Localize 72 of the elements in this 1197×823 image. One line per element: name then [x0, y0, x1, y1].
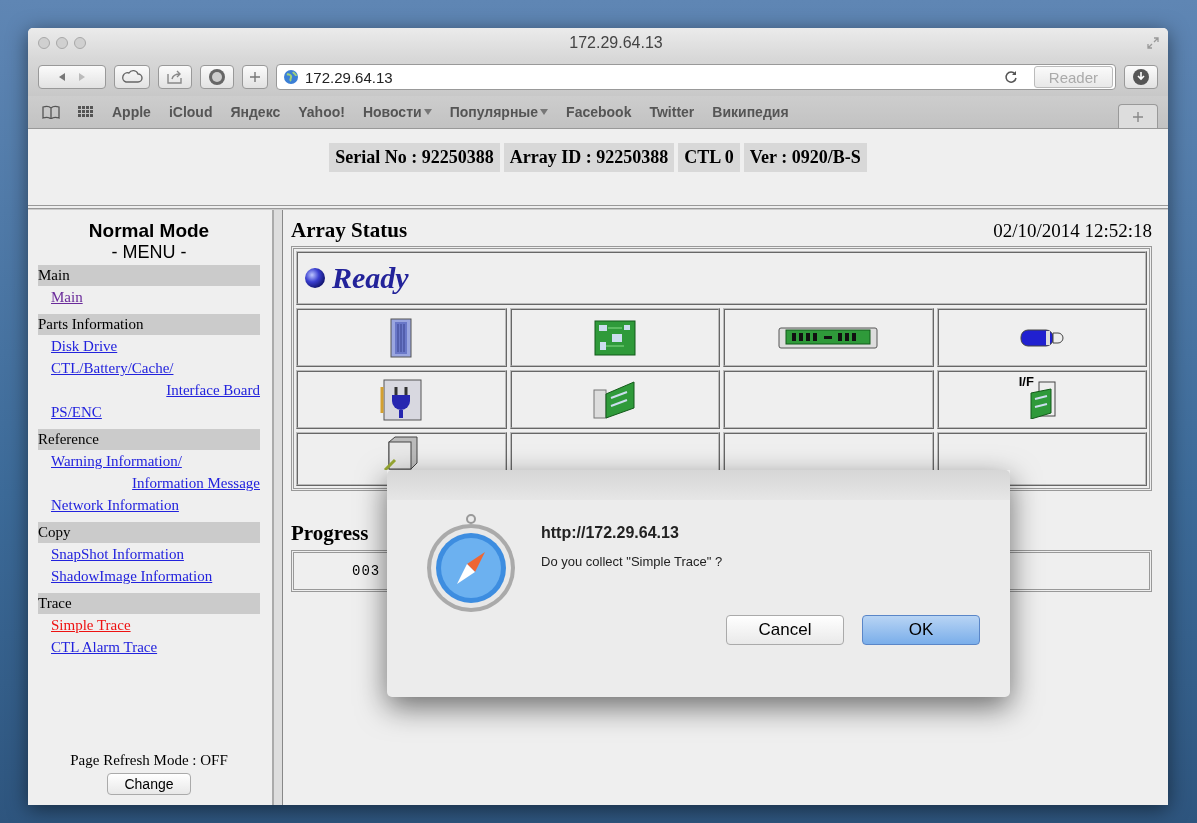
menu-link[interactable]: Network Information — [51, 494, 179, 516]
plus-icon[interactable] — [249, 71, 261, 83]
reload-icon[interactable] — [1003, 70, 1018, 84]
window-control-button[interactable] — [56, 37, 68, 49]
download-icon[interactable] — [1132, 68, 1150, 86]
grid-icon[interactable] — [78, 106, 94, 118]
menu-link[interactable]: PS/ENC — [51, 401, 102, 423]
menu-link[interactable]: CTL Alarm Trace — [51, 636, 158, 658]
window-control-button[interactable] — [38, 37, 50, 49]
status-text: Ready — [332, 261, 409, 295]
bookmark-item[interactable]: Новости — [362, 104, 432, 120]
menu-link[interactable]: Disk Drive — [51, 335, 118, 357]
cloud-icon[interactable] — [121, 69, 143, 85]
menu-link[interactable]: CTL/Battery/Cache/ — [51, 357, 174, 379]
dialog-title: http://172.29.64.13 — [541, 524, 680, 542]
header-field: Serial No : 92250388 — [329, 143, 500, 172]
back-forward-button[interactable] — [38, 65, 106, 89]
interface-label: I/F — [1018, 374, 1034, 388]
change-button[interactable]: Change — [107, 773, 191, 795]
progress-value: 003 — [352, 563, 381, 579]
menu-section-heading: Trace — [38, 593, 260, 614]
bookmark-item[interactable]: Facebook — [566, 104, 632, 120]
window-title: 172.29.64.13 — [568, 34, 664, 52]
expansion-card-icon — [592, 379, 637, 420]
compass-icon — [425, 514, 517, 614]
disk-drive-icon — [390, 317, 413, 358]
menu-link[interactable]: SnapShot Information — [51, 543, 184, 565]
header-field: CTL 0 — [678, 143, 740, 172]
memory-module-icon — [778, 324, 879, 351]
menu-link[interactable]: Main — [51, 286, 83, 308]
menu-section-heading: Copy — [38, 522, 260, 543]
menu-link[interactable]: Interface Board — [166, 379, 260, 401]
plus-icon[interactable] — [1133, 111, 1143, 122]
menu-title: Normal Mode — [87, 220, 211, 242]
header-field: Ver : 0920/B-S — [743, 143, 867, 172]
bookmark-item[interactable]: Apple — [112, 104, 151, 120]
ok-button[interactable]: OK — [862, 615, 980, 645]
dropdown-caret-icon — [540, 109, 549, 115]
address-field[interactable]: 172.29.64.13 Reader — [276, 64, 1116, 90]
bookmark-item[interactable]: Википедия — [712, 104, 789, 120]
status-orb-icon — [304, 267, 326, 289]
dropdown-caret-icon — [423, 109, 432, 115]
book-icon[interactable] — [42, 105, 60, 119]
power-plug-icon — [380, 378, 423, 421]
bookmark-item[interactable]: Yahoo! — [298, 104, 345, 120]
url-text: 172.29.64.13 — [305, 68, 393, 86]
dialog-message: Do you collect "Simple Trace" ? — [541, 554, 724, 569]
section-title: Array Status — [291, 218, 408, 243]
section-title: Progress — [291, 521, 369, 546]
header-field: Array ID : 92250388 — [503, 143, 675, 172]
menu-link[interactable]: ShadowImage Information — [51, 565, 213, 587]
timestamp: 02/10/2014 12:52:18 — [993, 220, 1152, 242]
bookmark-item[interactable]: iCloud — [168, 104, 213, 120]
frame-splitter[interactable] — [272, 210, 283, 805]
menu-link[interactable]: Warning Information/ — [51, 450, 182, 472]
menu-section-heading: Parts Information — [38, 314, 260, 335]
battery-icon — [1019, 326, 1064, 349]
menu-link[interactable]: Simple Trace — [51, 614, 131, 636]
bookmark-item[interactable]: Популярные — [449, 104, 549, 120]
window-control-button[interactable] — [74, 37, 86, 49]
globe-icon — [283, 69, 299, 85]
menu-subtitle: - MENU - — [110, 242, 188, 263]
bookmark-item[interactable]: Яндекс — [230, 104, 281, 120]
cancel-button[interactable]: Cancel — [726, 615, 844, 645]
refresh-mode-label: Page Refresh Mode : OFF — [69, 752, 229, 769]
bookmark-item[interactable]: Twitter — [649, 104, 695, 120]
fullscreen-icon[interactable] — [1146, 36, 1160, 50]
share-icon[interactable] — [166, 69, 184, 85]
circuit-board-icon — [593, 319, 636, 356]
menu-section-heading: Main — [38, 265, 260, 286]
menu-section-heading: Reference — [38, 429, 260, 450]
menu-link[interactable]: Information Message — [132, 472, 260, 494]
